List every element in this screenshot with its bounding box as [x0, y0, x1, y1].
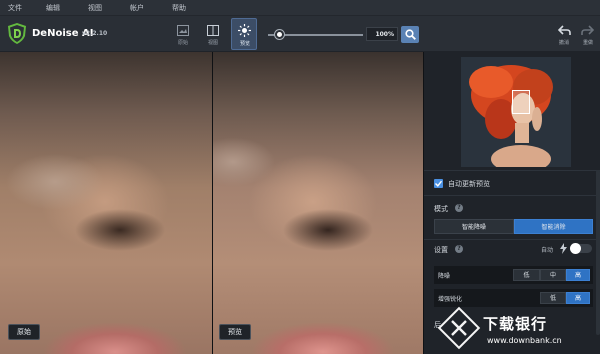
preview-image[interactable]: 预览 — [213, 52, 423, 354]
mode-title: 模式 — [434, 205, 448, 213]
undo-button[interactable]: 撤消 — [554, 22, 574, 50]
noise-mid-option[interactable]: 中 — [540, 269, 566, 281]
divider — [424, 239, 600, 240]
zoom-button[interactable] — [401, 26, 419, 43]
sharpen-label: 增强锐化 — [438, 296, 463, 303]
navigator-thumbnail[interactable] — [461, 57, 571, 167]
original-tag: 原始 — [8, 324, 40, 340]
lightning-icon — [560, 243, 567, 254]
redo-label: 重做 — [582, 40, 593, 46]
noise-high-option[interactable]: 高 — [566, 269, 590, 281]
view-preview-button[interactable]: 预览 — [231, 18, 257, 50]
navigator-viewport-box[interactable] — [512, 90, 530, 114]
sharpen-row: 增强锐化 低 高 — [434, 289, 593, 307]
sharpen-high-option[interactable]: 高 — [566, 292, 590, 304]
watermark-url: www.downbank.cn — [487, 336, 562, 345]
noise-reduction-label: 降噪 — [438, 273, 451, 280]
original-image[interactable]: 原始 — [0, 52, 212, 354]
settings-title: 设置 — [434, 246, 448, 254]
noise-low-option[interactable]: 低 — [513, 269, 540, 281]
auto-toggle[interactable] — [570, 243, 592, 254]
split-view-icon — [207, 25, 219, 36]
auto-label: 自动 — [541, 247, 554, 254]
app-logo-icon — [8, 23, 26, 44]
redo-button[interactable]: 重做 — [578, 22, 598, 50]
single-image-icon — [177, 25, 189, 36]
zoom-level-field[interactable]: 100% — [366, 27, 398, 41]
watermark-x-icon — [451, 320, 467, 336]
help-icon[interactable]: ? — [455, 245, 463, 253]
menu-view[interactable]: 视图 — [88, 3, 102, 13]
checkmark-icon — [435, 180, 443, 187]
sharpen-low-option[interactable]: 低 — [540, 292, 566, 304]
menu-bar: 文件 编辑 视图 帐户 帮助 — [0, 0, 600, 16]
view-original-button[interactable]: 原始 — [170, 18, 196, 50]
panel-scrollbar[interactable] — [596, 170, 600, 335]
menu-file[interactable]: 文件 — [8, 3, 22, 13]
sun-icon — [238, 24, 251, 37]
divider — [424, 195, 600, 196]
divider — [424, 170, 600, 171]
help-icon[interactable]: ? — [455, 204, 463, 212]
undo-icon — [558, 25, 571, 35]
settings-panel: 自动更新预览 模式 ? 智能降噪 智能消除 设置 ? 自动 降噪 低 中 高 增… — [423, 52, 600, 354]
view-preview-label: 预览 — [239, 41, 250, 47]
toggle-knob — [570, 243, 581, 254]
undo-label: 撤消 — [558, 40, 569, 46]
mode-smart-clear-button[interactable]: 智能消除 — [514, 219, 593, 234]
mode-smart-denoise-button[interactable]: 智能降噪 — [434, 219, 514, 234]
noise-reduction-row: 降噪 低 中 高 — [434, 266, 593, 284]
menu-edit[interactable]: 编辑 — [46, 3, 60, 13]
menu-help[interactable]: 帮助 — [172, 3, 186, 13]
view-split-label: 视图 — [207, 40, 218, 46]
preview-tag: 预览 — [219, 324, 251, 340]
view-original-label: 原始 — [177, 40, 188, 46]
zoom-slider-handle[interactable] — [274, 30, 284, 39]
view-split-button[interactable]: 视图 — [200, 18, 226, 50]
app-version: v2.2.10 — [82, 30, 108, 37]
redo-icon — [581, 25, 594, 35]
watermark-brand: 下载银行 — [483, 315, 548, 333]
auto-update-checkbox[interactable] — [434, 179, 443, 188]
auto-update-label: 自动更新预览 — [448, 180, 490, 188]
magnifier-icon — [405, 29, 416, 40]
menu-account[interactable]: 帐户 — [130, 3, 144, 13]
